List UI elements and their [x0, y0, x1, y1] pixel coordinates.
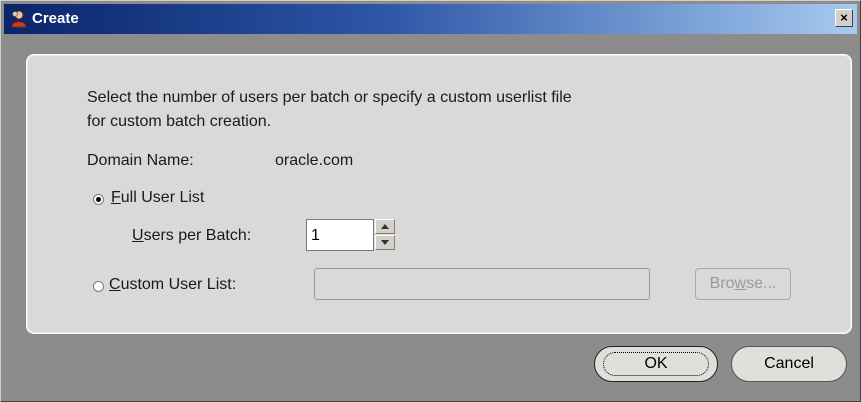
custom-user-list-radio[interactable]	[93, 281, 104, 292]
arrow-up-icon	[381, 224, 389, 229]
ok-button[interactable]: OK	[594, 346, 718, 382]
spinner-down-button[interactable]	[375, 235, 395, 250]
window-title: Create	[32, 10, 79, 27]
create-dialog: Create × Select the number of users per …	[0, 0, 861, 402]
ok-label: OK	[644, 355, 668, 372]
users-per-batch-label: Users per Batch:	[132, 227, 251, 245]
app-icon	[11, 10, 27, 28]
description-line-1: Select the number of users per batch or …	[87, 89, 572, 106]
cancel-button[interactable]: Cancel	[731, 346, 847, 382]
browse-button[interactable]: Browse...	[695, 268, 791, 300]
full-user-list-text: ull User List	[120, 189, 205, 206]
users-per-batch-input[interactable]: 1	[306, 219, 374, 251]
full-user-list-radio[interactable]	[93, 194, 104, 205]
users-per-batch-text: sers per Batch:	[143, 227, 252, 244]
close-button[interactable]: ×	[835, 9, 853, 27]
arrow-down-icon	[381, 240, 389, 245]
spinner-up-button[interactable]	[375, 219, 395, 234]
browse-text-pre: Bro	[709, 275, 735, 292]
custom-user-list-input[interactable]	[314, 268, 650, 300]
users-per-batch-spinner	[375, 219, 397, 251]
full-user-list-label[interactable]: Full User List	[111, 189, 204, 207]
radio-selected-dot	[96, 197, 101, 202]
custom-user-list-label[interactable]: Custom User List:	[109, 276, 236, 294]
domain-name-value: oracle.com	[275, 152, 354, 169]
mnemonic-c: C	[109, 276, 121, 293]
custom-user-list-text: ustom User List:	[120, 276, 237, 293]
description-line-2: for custom batch creation.	[87, 113, 272, 130]
title-bar[interactable]: Create ×	[4, 4, 857, 34]
mnemonic-f: F	[111, 189, 121, 206]
cancel-label: Cancel	[764, 355, 814, 372]
browse-text-post: se...	[746, 275, 777, 292]
domain-name-label: Domain Name:	[87, 152, 194, 169]
mnemonic-u: U	[132, 227, 144, 244]
close-icon: ×	[840, 10, 848, 25]
mnemonic-w: w	[734, 275, 747, 292]
